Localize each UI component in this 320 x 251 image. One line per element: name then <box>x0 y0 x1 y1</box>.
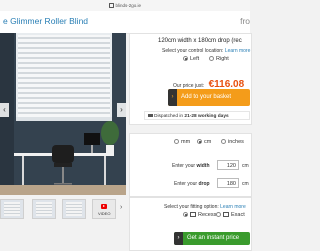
width-label: Enter your width <box>172 163 210 169</box>
chevron-right-icon: › <box>168 89 177 106</box>
room-scene-illustration <box>0 33 126 195</box>
width-input[interactable]: 120 <box>217 160 239 170</box>
product-title: e Glimmer Roller Blind <box>3 16 89 26</box>
price-card: 120cm width x 180cm drop (rec Select you… <box>129 33 252 125</box>
control-learn-more-link[interactable]: Learn more <box>225 48 251 54</box>
unit-inches-option[interactable]: inches <box>221 139 244 145</box>
product-image[interactable]: ‹ › <box>0 33 126 195</box>
unit-mm-option[interactable]: mm <box>174 139 190 145</box>
control-location-label: Select your control location: Learn more <box>162 48 251 54</box>
url-text: blinds-2go.ie <box>115 3 142 8</box>
size-summary: 120cm width x 180cm drop (rec <box>158 38 242 44</box>
thumbnails-next-button[interactable]: › <box>120 203 126 213</box>
width-unit: cm <box>242 163 249 169</box>
fitting-option-label: Select your fitting option: Learn more <box>164 204 246 210</box>
chevron-right-icon: › <box>120 204 123 211</box>
dimensions-card: mm cm inches Enter your width 120 cm Ent… <box>129 133 252 197</box>
add-to-basket-button[interactable]: › Add to your basket <box>168 89 250 106</box>
control-left-option[interactable]: Left <box>183 56 199 62</box>
video-thumbnail[interactable]: VIDEO <box>92 199 116 219</box>
fitting-learn-more-link[interactable]: Learn more <box>220 204 246 210</box>
previous-image-button[interactable]: ‹ <box>0 103 9 117</box>
radio-icon <box>221 139 226 145</box>
fitting-card: Select your fitting option: Learn more R… <box>129 197 252 251</box>
drop-label: Enter your drop <box>174 181 210 187</box>
exact-icon <box>223 212 229 218</box>
radio-icon <box>216 212 221 218</box>
product-header: e Glimmer Roller Blind fro <box>0 11 250 34</box>
fitting-exact-option[interactable]: Exact <box>216 212 245 218</box>
chevron-right-icon: › <box>120 105 123 114</box>
radio-icon <box>174 139 179 145</box>
thumbnail[interactable] <box>62 199 86 219</box>
thumbnail[interactable] <box>0 199 24 219</box>
add-to-basket-label: Add to your basket <box>181 94 232 100</box>
truck-icon <box>148 114 153 118</box>
get-instant-price-button[interactable]: › Get an instant price <box>174 232 250 245</box>
unit-cm-option[interactable]: cm <box>197 139 211 145</box>
product-title-overflow: fro <box>240 16 250 26</box>
play-icon <box>101 204 107 209</box>
radio-icon <box>209 56 214 62</box>
thumbnail-strip: VIDEO › <box>0 197 126 221</box>
thumbnail[interactable] <box>32 199 56 219</box>
drop-unit: cm <box>242 181 249 187</box>
chevron-left-icon: ‹ <box>3 105 6 114</box>
control-right-option[interactable]: Right <box>209 56 229 62</box>
instant-price-label: Get an instant price <box>187 235 240 241</box>
dispatch-info: Dispatched in 21-28 working days <box>144 111 250 120</box>
radio-selected-icon <box>183 212 188 218</box>
video-label: VIDEO <box>98 211 111 216</box>
radio-selected-icon <box>183 56 188 62</box>
recess-icon <box>190 212 196 218</box>
drop-input[interactable]: 180 <box>217 178 239 188</box>
radio-selected-icon <box>197 139 202 145</box>
configuration-panel: 120cm width x 180cm drop (rec Select you… <box>129 33 252 251</box>
lock-icon <box>108 2 114 8</box>
chevron-right-icon: › <box>174 232 183 245</box>
fitting-recess-option[interactable]: Recess <box>183 212 216 218</box>
next-image-button[interactable]: › <box>117 103 126 117</box>
